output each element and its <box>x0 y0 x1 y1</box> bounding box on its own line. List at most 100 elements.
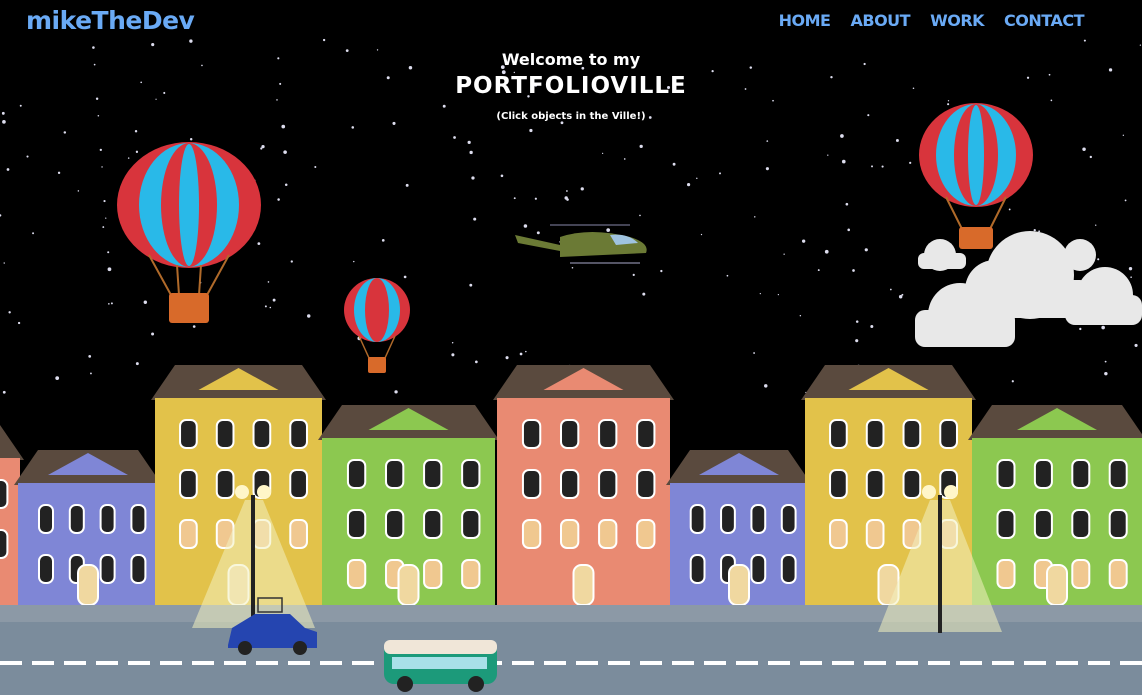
star <box>151 332 155 336</box>
house-window <box>521 469 542 499</box>
star <box>63 131 67 134</box>
house[interactable] <box>318 405 499 606</box>
star <box>471 176 475 180</box>
star <box>841 159 846 164</box>
house-window <box>289 519 308 549</box>
star <box>451 342 454 344</box>
hero: Welcome to my PORTFOLIOVILLE (Click obje… <box>0 50 1142 122</box>
house-window <box>179 419 198 449</box>
house-window <box>636 469 656 499</box>
star <box>765 167 769 171</box>
star <box>101 166 103 168</box>
house-window <box>829 419 848 449</box>
house-window <box>385 509 405 539</box>
house-window <box>99 504 116 534</box>
star <box>392 121 396 125</box>
house-window <box>1033 509 1053 539</box>
star <box>307 314 311 318</box>
star <box>189 39 193 43</box>
house-window <box>996 459 1016 489</box>
house-window <box>423 509 443 539</box>
house-window <box>521 419 542 449</box>
star <box>135 362 139 366</box>
star <box>855 320 859 323</box>
house[interactable] <box>14 450 162 606</box>
star <box>55 376 60 380</box>
house-window <box>865 519 885 549</box>
nav-about[interactable]: ABOUT <box>850 11 910 30</box>
house[interactable] <box>666 450 812 606</box>
star <box>403 275 407 279</box>
star <box>580 187 584 191</box>
house-window <box>346 459 367 489</box>
star <box>523 224 528 228</box>
star <box>898 295 903 299</box>
star <box>895 138 899 142</box>
star <box>1139 44 1142 46</box>
house-window <box>179 469 198 499</box>
star <box>799 314 802 317</box>
house-window <box>996 509 1016 539</box>
hot-air-balloon-large[interactable] <box>117 142 261 323</box>
star <box>453 136 456 139</box>
star <box>281 124 286 129</box>
cloud-group[interactable] <box>915 231 1142 347</box>
star <box>623 158 626 160</box>
house-window <box>598 519 618 549</box>
star <box>1104 360 1107 363</box>
star <box>57 171 61 175</box>
star <box>405 183 409 187</box>
star <box>672 162 676 166</box>
house-window <box>38 504 54 534</box>
star <box>92 46 95 49</box>
star <box>77 190 80 192</box>
house[interactable] <box>968 405 1142 606</box>
nav-home[interactable]: HOME <box>779 11 831 30</box>
house-door <box>572 564 595 606</box>
site-logo[interactable]: mikeTheDev <box>26 6 195 35</box>
star <box>845 202 849 206</box>
house-window <box>902 469 922 499</box>
house-window <box>461 459 481 489</box>
house-window <box>780 554 797 584</box>
star <box>783 253 785 255</box>
house-window <box>215 469 235 499</box>
star <box>1083 39 1086 42</box>
house-window <box>1108 559 1128 589</box>
star <box>1134 343 1138 347</box>
click-hint: (Click objects in the Ville!) <box>496 111 646 122</box>
star <box>102 226 105 228</box>
star <box>1079 327 1082 331</box>
house-window <box>461 509 481 539</box>
star <box>1124 199 1127 202</box>
house-window <box>720 504 736 534</box>
star <box>26 155 29 158</box>
star <box>566 190 568 192</box>
helicopter[interactable] <box>515 224 647 264</box>
star <box>469 150 473 155</box>
star <box>566 198 569 201</box>
nav-work[interactable]: WORK <box>930 11 984 30</box>
hot-air-balloon-right[interactable] <box>919 103 1033 249</box>
house-window <box>0 479 9 509</box>
house-window <box>560 519 580 549</box>
star <box>632 273 635 276</box>
star <box>753 352 755 354</box>
star <box>269 306 272 309</box>
house-window <box>1071 559 1091 589</box>
house[interactable] <box>493 365 674 606</box>
star <box>759 293 761 295</box>
nav-contact[interactable]: CONTACT <box>1004 11 1084 30</box>
house-window <box>780 504 797 534</box>
hot-air-balloon-small[interactable] <box>344 278 410 373</box>
star <box>827 154 829 156</box>
star <box>103 199 106 203</box>
star <box>3 262 5 264</box>
star <box>766 140 769 142</box>
star <box>134 130 138 133</box>
star <box>151 43 155 47</box>
main-nav: HOME ABOUT WORK CONTACT <box>779 11 1085 30</box>
house-window <box>130 504 147 534</box>
star <box>192 325 196 328</box>
star <box>1128 266 1133 271</box>
